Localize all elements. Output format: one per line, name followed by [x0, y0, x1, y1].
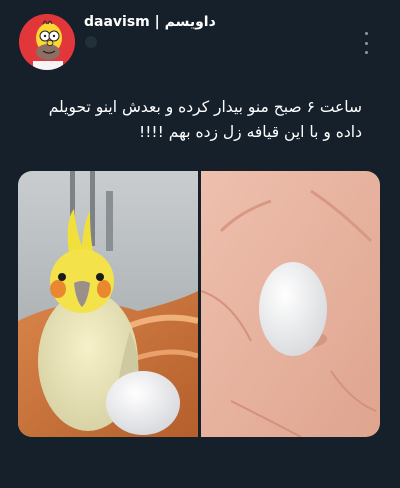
dot-icon [364, 51, 368, 54]
tweet-text: ساعت ۶ صبح منو بیدار کرده و بعدش اینو تح… [48, 98, 362, 141]
more-options-icon[interactable] [360, 32, 372, 54]
egg-in-hand-photo[interactable] [201, 171, 380, 437]
cockatiel-photo[interactable] [18, 171, 198, 437]
verified-placeholder-icon [84, 34, 98, 48]
tweet-card[interactable]: daavism | داویسم ساعت ۶ صبح منو بیدار کر… [0, 0, 400, 488]
dot-icon [364, 41, 368, 45]
homer-avatar-icon [19, 14, 75, 70]
tweet-media[interactable] [18, 171, 380, 437]
dot-icon [364, 32, 368, 35]
author-avatar[interactable] [19, 14, 75, 70]
author-display-name[interactable]: daavism | داویسم [84, 14, 216, 30]
